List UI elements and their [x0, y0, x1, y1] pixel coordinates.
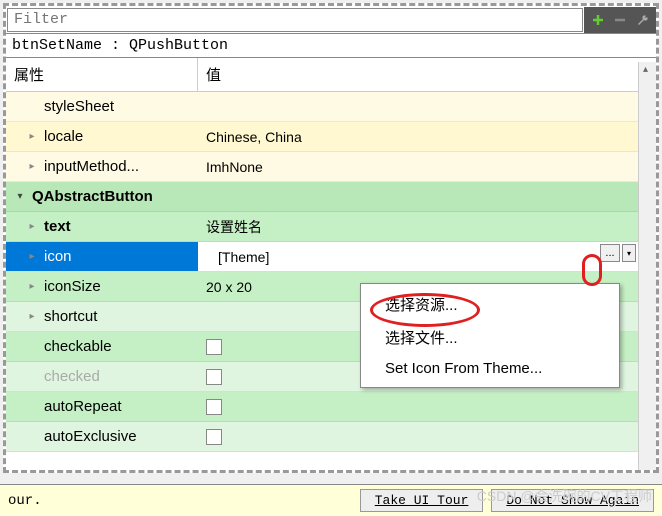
value-text: 20 x 20 — [206, 279, 252, 295]
property-name: QAbstractButton — [32, 188, 153, 205]
value-text: Chinese, China — [206, 129, 302, 145]
property-name: inputMethod... — [44, 158, 139, 175]
property-name: checked — [44, 368, 100, 385]
property-cell[interactable]: ▸iconSize — [6, 272, 198, 301]
property-rows-region: styleSheet▸localeChinese, China▸inputMet… — [6, 92, 656, 452]
minus-icon[interactable] — [610, 10, 630, 30]
icon-context-menu: 选择资源... 选择文件... Set Icon From Theme... — [360, 283, 620, 388]
menu-choose-resource[interactable]: 选择资源... — [361, 288, 619, 321]
property-row[interactable]: autoRepeat — [6, 392, 656, 422]
chevron-right-icon[interactable]: ▸ — [24, 279, 40, 295]
header-property[interactable]: 属性 — [6, 58, 198, 91]
chevron-right-icon[interactable]: ▸ — [24, 159, 40, 175]
property-name: icon — [44, 248, 72, 265]
property-cell[interactable]: checkable — [6, 332, 198, 361]
property-name: shortcut — [44, 308, 97, 325]
value-cell[interactable]: ImhNone — [198, 152, 656, 181]
property-name: autoExclusive — [44, 428, 137, 445]
object-label: btnSetName : QPushButton — [6, 34, 656, 58]
property-row[interactable]: ▸locale Chinese, China — [6, 122, 656, 152]
menu-set-icon-theme[interactable]: Set Icon From Theme... — [361, 354, 619, 383]
wrench-icon[interactable] — [632, 10, 652, 30]
property-name: text — [44, 218, 71, 235]
filter-toolbar — [584, 7, 656, 33]
property-row[interactable]: autoExclusive — [6, 422, 656, 452]
menu-choose-file[interactable]: 选择文件... — [361, 321, 619, 354]
value-text: ImhNone — [206, 159, 263, 175]
column-headers: 属性 值 — [6, 58, 656, 92]
watermark-text: CSDN @会洗碗的CV工程师 — [477, 486, 652, 506]
property-name: styleSheet — [44, 98, 114, 115]
vertical-scrollbar[interactable] — [638, 62, 656, 470]
value-cell[interactable]: 设置姓名 — [198, 212, 656, 241]
value-editor[interactable]: [Theme] — [198, 242, 656, 271]
property-row[interactable]: ▸inputMethod... ImhNone — [6, 152, 656, 182]
property-cell[interactable]: autoRepeat — [6, 392, 198, 421]
group-row[interactable]: ▾QAbstractButton — [6, 182, 656, 212]
property-editor-panel: btnSetName : QPushButton 属性 值 styleSheet… — [3, 3, 659, 473]
value-text: 设置姓名 — [206, 217, 262, 237]
property-cell[interactable]: ▸icon — [6, 242, 198, 271]
chevron-down-icon[interactable]: ▾ — [12, 189, 28, 205]
checkbox[interactable] — [206, 339, 222, 355]
property-cell[interactable]: ▸locale — [6, 122, 198, 151]
checkbox[interactable] — [206, 429, 222, 445]
property-name: autoRepeat — [44, 398, 122, 415]
property-name: locale — [44, 128, 83, 145]
property-cell[interactable]: ▸shortcut — [6, 302, 198, 331]
dropdown-button[interactable]: ▾ — [622, 244, 636, 262]
property-cell[interactable]: autoExclusive — [6, 422, 198, 451]
property-cell[interactable]: checked — [6, 362, 198, 391]
bottom-text: our. — [8, 493, 352, 509]
value-cell[interactable] — [198, 92, 656, 121]
browse-button[interactable]: ... — [600, 244, 620, 262]
value-cell[interactable]: Chinese, China — [198, 122, 656, 151]
value-cell[interactable] — [198, 392, 656, 421]
filter-bar — [6, 6, 656, 34]
property-cell[interactable]: ▾QAbstractButton — [6, 182, 198, 211]
value-cell[interactable]: [Theme]...▾↶ — [198, 242, 656, 271]
property-row[interactable]: ▸text 设置姓名 — [6, 212, 656, 242]
property-cell[interactable]: ▸text — [6, 212, 198, 241]
take-tour-button[interactable]: Take UI Tour — [360, 489, 484, 512]
chevron-right-icon[interactable]: ▸ — [24, 249, 40, 265]
chevron-right-icon[interactable]: ▸ — [24, 129, 40, 145]
property-cell[interactable]: ▸inputMethod... — [6, 152, 198, 181]
chevron-right-icon[interactable]: ▸ — [24, 219, 40, 235]
checkbox[interactable] — [206, 399, 222, 415]
header-value[interactable]: 值 — [198, 58, 656, 91]
property-row[interactable]: ▸icon[Theme]...▾↶ — [6, 242, 656, 272]
property-row[interactable]: styleSheet — [6, 92, 656, 122]
checkbox — [206, 369, 222, 385]
property-name: checkable — [44, 338, 112, 355]
filter-input[interactable] — [7, 8, 583, 32]
property-cell[interactable]: styleSheet — [6, 92, 198, 121]
value-cell[interactable] — [198, 422, 656, 451]
chevron-right-icon[interactable]: ▸ — [24, 309, 40, 325]
add-icon[interactable] — [588, 10, 608, 30]
property-name: iconSize — [44, 278, 101, 295]
